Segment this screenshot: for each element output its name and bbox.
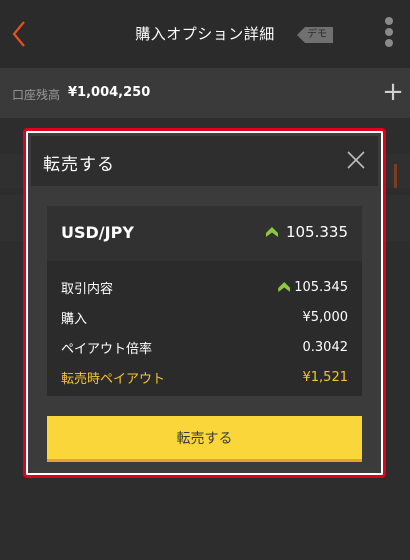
current-rate-value: 105.335 — [285, 223, 348, 241]
close-icon[interactable] — [344, 148, 368, 172]
detail-label: ペイアウト倍率 — [61, 341, 153, 357]
detail-value: 0.3042 — [302, 339, 349, 355]
resell-button[interactable]: 転売する — [47, 416, 362, 462]
current-rate: 105.335 — [265, 223, 348, 241]
detail-value-wrap: 0.3042 — [303, 340, 349, 355]
app-header: 購入オプション詳細 デモ — [0, 0, 410, 68]
detail-value-wrap: ¥5,000 — [303, 310, 349, 325]
detail-label: 購入 — [61, 311, 88, 327]
detail-row: 購入 ¥5,000 — [61, 302, 348, 332]
detail-value: ¥1,521 — [302, 369, 349, 385]
up-arrow-icon — [278, 282, 291, 292]
detail-value: 105.345 — [294, 279, 348, 295]
trade-summary-card: USD/JPY 105.335 取引内容 105.345 購入 ¥5,000 ペイアウト… — [47, 206, 362, 396]
detail-label: 取引内容 — [61, 281, 114, 297]
detail-label: 転売時ペイアウト — [61, 371, 166, 387]
resell-dialog-body: 転売する USD/JPY 105.335 取引内容 105.345 購入 ¥5,000… — [31, 136, 378, 470]
dialog-title: 転売する — [43, 155, 115, 175]
resell-dialog: 転売する USD/JPY 105.335 取引内容 105.345 購入 ¥5,000… — [23, 128, 386, 478]
account-balance-bar: 口座残高 ¥1,004,250 + — [0, 68, 410, 118]
add-icon[interactable]: + — [380, 79, 406, 105]
detail-value-wrap: ¥1,521 — [303, 370, 349, 385]
detail-value-wrap: 105.345 — [278, 280, 348, 295]
detail-row: 取引内容 105.345 — [61, 272, 348, 302]
pair-header: USD/JPY 105.335 — [47, 206, 362, 261]
page-title: 購入オプション詳細 — [135, 25, 275, 43]
currency-pair: USD/JPY — [61, 223, 134, 242]
detail-row: ペイアウト倍率 0.3042 — [61, 332, 348, 362]
balance-value: ¥1,004,250 — [68, 85, 151, 100]
balance-label: 口座残高 — [12, 88, 61, 102]
detail-row: 転売時ペイアウト ¥1,521 — [61, 362, 348, 392]
more-menu-icon[interactable] — [384, 17, 394, 53]
dialog-header: 転売する — [31, 136, 378, 186]
detail-rows: 取引内容 105.345 購入 ¥5,000 ペイアウト倍率 0.3042 転売時ペイアウト… — [61, 272, 348, 392]
detail-value: ¥5,000 — [302, 309, 349, 325]
up-arrow-icon — [265, 227, 278, 237]
